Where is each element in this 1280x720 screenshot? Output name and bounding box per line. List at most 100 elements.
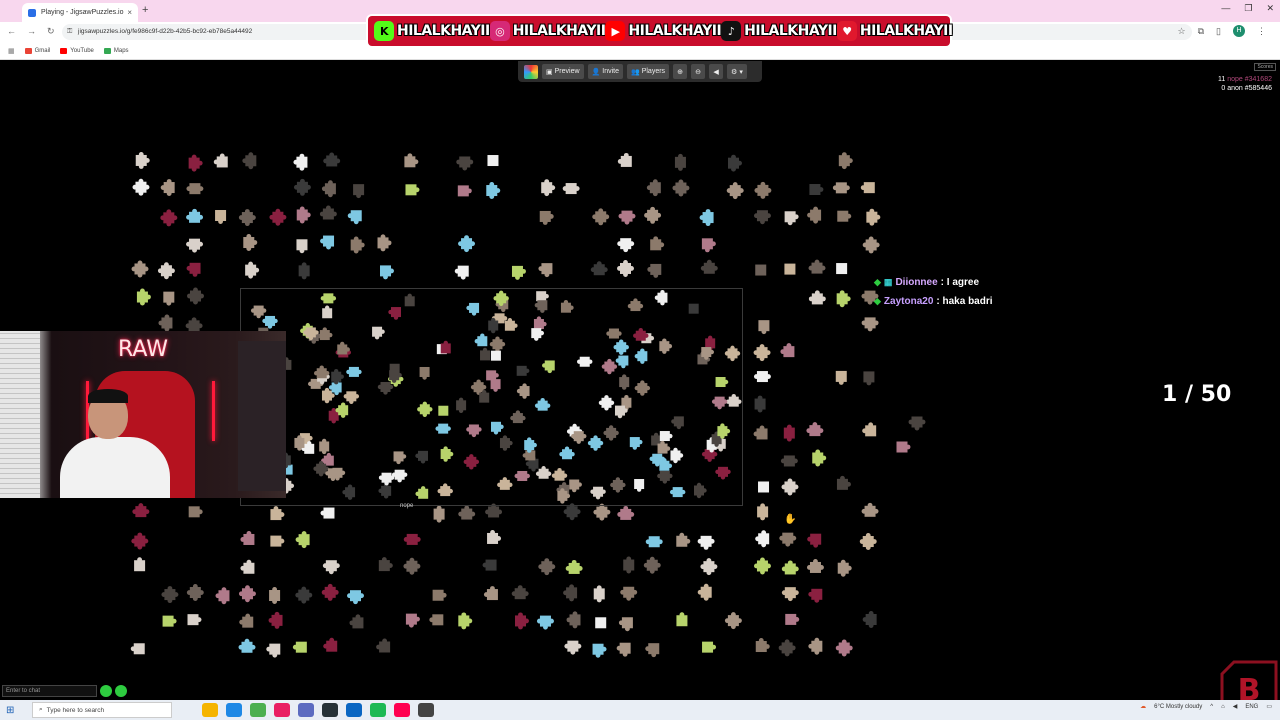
windows-start-icon[interactable]: ⊞: [6, 705, 26, 716]
puzzle-piece[interactable]: [511, 585, 529, 600]
puzzle-piece[interactable]: [160, 209, 178, 227]
puzzle-piece[interactable]: [566, 611, 581, 629]
puzzle-piece[interactable]: [784, 263, 796, 275]
puzzle-piece[interactable]: [293, 178, 311, 196]
puzzle-piece[interactable]: [322, 560, 340, 575]
puzzle-piece[interactable]: [647, 263, 662, 278]
puzzle-piece[interactable]: [726, 182, 744, 200]
puzzle-piece[interactable]: [836, 475, 851, 490]
puzzle-piece[interactable]: [269, 587, 281, 604]
puzzle-piece[interactable]: [758, 320, 770, 335]
puzzle-piece[interactable]: [643, 556, 661, 574]
puzzle-piece[interactable]: [590, 261, 608, 276]
puzzle-piece[interactable]: [215, 210, 227, 224]
taskbar-app-icon[interactable]: [322, 703, 338, 717]
puzzle-piece[interactable]: [158, 314, 173, 332]
puzzle-piece[interactable]: [784, 211, 799, 226]
puzzle-piece[interactable]: [812, 449, 827, 467]
puzzle-board-frame[interactable]: [240, 288, 743, 506]
puzzle-piece[interactable]: [699, 209, 714, 227]
chat-emoji-icon[interactable]: [115, 685, 127, 697]
puzzle-piece[interactable]: [835, 639, 853, 657]
puzzle-piece[interactable]: [454, 265, 469, 280]
puzzle-piece[interactable]: [835, 370, 847, 385]
puzzle-piece[interactable]: [482, 559, 497, 571]
puzzle-piece[interactable]: [321, 180, 336, 198]
puzzle-piece[interactable]: [458, 505, 476, 520]
puzzle-piece[interactable]: [347, 210, 362, 225]
puzzle-piece[interactable]: [700, 558, 718, 576]
puzzle-piece[interactable]: [188, 154, 203, 172]
puzzle-piece[interactable]: [163, 291, 175, 306]
puzzle-piece[interactable]: [240, 559, 255, 574]
puzzle-piece[interactable]: [269, 208, 287, 226]
puzzle-piece[interactable]: [836, 290, 851, 308]
puzzle-piece[interactable]: [753, 557, 771, 575]
puzzle-piece[interactable]: [618, 210, 636, 225]
puzzle-piece[interactable]: [320, 235, 335, 250]
puzzle-piece[interactable]: [780, 455, 798, 467]
puzzle-piece[interactable]: [863, 371, 875, 386]
puzzle-piece[interactable]: [861, 502, 879, 517]
language-indicator[interactable]: ENG: [1245, 704, 1258, 710]
puzzle-piece[interactable]: [188, 506, 203, 518]
puzzle-piece[interactable]: [646, 179, 661, 197]
puzzle-piece[interactable]: [593, 503, 611, 521]
puzzle-piece[interactable]: [135, 151, 150, 169]
puzzle-piece[interactable]: [785, 613, 800, 625]
puzzle-piece[interactable]: [136, 288, 151, 306]
puzzle-piece[interactable]: [564, 640, 582, 655]
puzzle-piece[interactable]: [781, 587, 799, 602]
puzzle-piece[interactable]: [295, 531, 310, 549]
puzzle-piece[interactable]: [403, 533, 421, 545]
puzzle-piece[interactable]: [755, 530, 770, 548]
puzzle-piece[interactable]: [376, 638, 391, 653]
network-icon[interactable]: ⌂: [1221, 704, 1225, 710]
puzzle-piece[interactable]: [162, 615, 177, 627]
puzzle-piece[interactable]: [323, 152, 341, 167]
puzzle-piece[interactable]: [808, 588, 823, 603]
puzzle-piece[interactable]: [270, 535, 285, 547]
puzzle-piece[interactable]: [131, 532, 149, 550]
puzzle-piece[interactable]: [701, 238, 716, 253]
puzzle-piece[interactable]: [456, 156, 474, 171]
puzzle-piece[interactable]: [266, 643, 281, 658]
puzzle-piece[interactable]: [186, 183, 204, 195]
chat-send-icon[interactable]: [100, 685, 112, 697]
puzzle-piece[interactable]: [896, 441, 911, 453]
puzzle-piece[interactable]: [644, 206, 662, 224]
taskbar-app-icon[interactable]: [394, 703, 410, 717]
puzzle-piece[interactable]: [539, 210, 554, 225]
puzzle-piece[interactable]: [724, 612, 742, 630]
puzzle-piece[interactable]: [645, 643, 660, 658]
puzzle-piece[interactable]: [781, 478, 799, 496]
puzzle-piece[interactable]: [458, 612, 473, 630]
puzzle-piece[interactable]: [780, 343, 795, 358]
puzzle-piece[interactable]: [349, 614, 364, 629]
puzzle-piece[interactable]: [783, 424, 795, 442]
puzzle-piece[interactable]: [808, 259, 826, 274]
puzzle-piece[interactable]: [243, 234, 258, 251]
puzzle-piece[interactable]: [674, 153, 686, 171]
puzzle-piece[interactable]: [593, 585, 605, 603]
puzzle-piece[interactable]: [779, 532, 797, 547]
puzzle-piece[interactable]: [405, 184, 420, 196]
puzzle-piece[interactable]: [433, 505, 445, 523]
puzzle-piece[interactable]: [132, 503, 150, 518]
puzzle-piece[interactable]: [866, 208, 881, 226]
puzzle-piece[interactable]: [806, 422, 824, 437]
puzzle-piece[interactable]: [837, 210, 852, 222]
puzzle-piece[interactable]: [728, 154, 742, 172]
puzzle-piece[interactable]: [538, 558, 556, 576]
puzzle-piece[interactable]: [245, 261, 260, 279]
puzzle-piece[interactable]: [432, 589, 447, 601]
taskbar-app-icon[interactable]: [274, 703, 290, 717]
puzzle-piece[interactable]: [861, 317, 879, 332]
puzzle-piece[interactable]: [778, 639, 796, 657]
puzzle-piece[interactable]: [405, 613, 420, 628]
puzzle-piece[interactable]: [514, 612, 529, 630]
puzzle-piece[interactable]: [487, 529, 502, 544]
puzzle-piece[interactable]: [268, 611, 283, 629]
puzzle-piece[interactable]: [238, 585, 256, 603]
puzzle-piece[interactable]: [239, 613, 254, 628]
